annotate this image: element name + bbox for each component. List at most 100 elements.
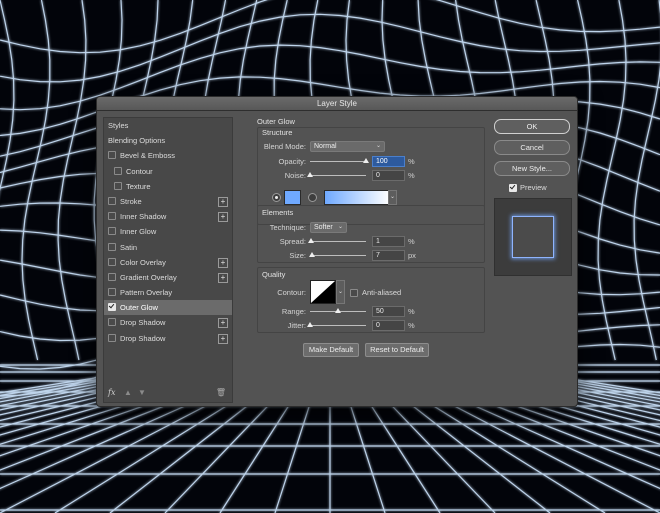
technique-label: Technique: [269, 223, 306, 232]
style-item-label: Blending Options [108, 136, 166, 146]
style-checkbox[interactable] [108, 272, 116, 281]
size-slider[interactable] [308, 252, 366, 257]
opacity-slider[interactable] [310, 158, 369, 163]
technique-select[interactable]: Softer ⌄ [310, 222, 347, 233]
trash-icon[interactable]: 🗑 [216, 388, 226, 397]
spread-unit: % [408, 237, 415, 246]
contour-preview[interactable] [310, 280, 336, 304]
style-item-label: Pattern Overlay [120, 288, 173, 298]
style-checkbox[interactable] [108, 303, 116, 312]
style-item-label: Outer Glow [120, 303, 158, 313]
noise-label: Noise: [284, 171, 306, 180]
style-checkbox[interactable] [108, 257, 116, 266]
style-item[interactable]: Bevel & Emboss [104, 148, 232, 163]
style-item[interactable]: Styles [104, 118, 232, 133]
jitter-input[interactable]: 0 [372, 320, 405, 331]
contour-label: Contour: [277, 288, 306, 297]
gradient-picker-chevron-icon[interactable]: ⌄ [388, 190, 397, 205]
style-checkbox[interactable] [114, 181, 122, 190]
quality-title: Quality [262, 270, 286, 279]
fx-icon[interactable]: fx [108, 388, 115, 397]
style-item[interactable]: Contour [104, 164, 232, 179]
move-up-icon[interactable]: ▲ [124, 388, 132, 397]
style-item-label: Texture [126, 181, 151, 191]
style-item[interactable]: Blending Options [104, 133, 232, 148]
size-label: Size: [289, 251, 306, 260]
add-style-plus-icon[interactable]: + [218, 257, 228, 268]
solid-color-radio[interactable] [272, 193, 281, 202]
size-input[interactable]: 7 [372, 250, 405, 261]
range-input[interactable]: 50 [372, 306, 405, 317]
style-item-label: Drop Shadow [120, 333, 166, 343]
add-style-plus-icon[interactable]: + [218, 333, 228, 344]
spread-input[interactable]: 1 [372, 236, 405, 247]
opacity-unit: % [408, 157, 415, 166]
styles-panel: Styles Blending Options Bevel & Emboss Cont… [103, 117, 233, 403]
range-slider[interactable] [310, 308, 366, 313]
style-item[interactable]: Gradient Overlay + [104, 270, 232, 285]
make-default-button[interactable]: Make Default [303, 343, 359, 357]
style-item[interactable]: Satin [104, 240, 232, 255]
style-item[interactable]: Pattern Overlay [104, 285, 232, 300]
style-item[interactable]: Drop Shadow + [104, 331, 232, 346]
styles-list: Styles Blending Options Bevel & Emboss Cont… [104, 118, 232, 346]
spread-slider-thumb[interactable] [307, 238, 314, 243]
style-item[interactable]: Texture [104, 179, 232, 194]
jitter-slider-thumb[interactable] [307, 322, 313, 327]
size-unit: px [408, 251, 416, 260]
style-item[interactable]: Inner Shadow + [104, 209, 232, 224]
spread-label: Spread: [279, 237, 306, 246]
preview-checkbox[interactable] [509, 184, 517, 192]
anti-aliased-label: Anti-aliased [362, 288, 402, 297]
opacity-slider-thumb[interactable] [363, 158, 369, 163]
opacity-input[interactable]: 100 [372, 156, 405, 167]
elements-title: Elements [262, 208, 294, 217]
anti-aliased-checkbox[interactable] [350, 289, 358, 297]
style-checkbox[interactable] [108, 318, 116, 327]
blend-mode-select[interactable]: Normal ⌄ [310, 141, 385, 152]
style-item-label: Satin [120, 242, 138, 252]
style-item-label: Inner Glow [120, 227, 157, 237]
noise-input[interactable]: 0 [372, 170, 405, 181]
new-style-button[interactable]: New Style... [494, 161, 570, 176]
add-style-plus-icon[interactable]: + [218, 212, 228, 223]
style-item-label: Contour [126, 166, 153, 176]
style-checkbox[interactable] [108, 196, 116, 205]
range-slider-thumb[interactable] [335, 308, 341, 313]
quality-group: Quality Contour: ⌄ Anti-aliased Range: 5… [257, 267, 485, 333]
style-item-label: Color Overlay [120, 257, 166, 267]
add-style-plus-icon[interactable]: + [218, 272, 228, 283]
style-preview [494, 198, 572, 276]
style-checkbox[interactable] [108, 242, 116, 251]
contour-picker-chevron-icon[interactable]: ⌄ [336, 280, 345, 304]
jitter-slider[interactable] [307, 322, 366, 327]
style-item[interactable]: Outer Glow [104, 300, 232, 316]
style-checkbox[interactable] [108, 151, 116, 160]
contour-curve-icon [311, 281, 335, 303]
cancel-button[interactable]: Cancel [494, 140, 570, 155]
noise-slider-thumb[interactable] [307, 172, 313, 177]
gradient-radio[interactable] [308, 193, 317, 202]
style-item[interactable]: Drop Shadow + [104, 315, 232, 330]
style-item[interactable]: Inner Glow [104, 224, 232, 239]
size-slider-thumb[interactable] [308, 252, 315, 257]
style-checkbox[interactable] [114, 166, 122, 175]
add-style-plus-icon[interactable]: + [218, 196, 228, 207]
style-checkbox[interactable] [108, 288, 116, 297]
style-item[interactable]: Color Overlay + [104, 255, 232, 270]
style-item[interactable]: Stroke + [104, 194, 232, 209]
style-item-label: Gradient Overlay [120, 272, 177, 282]
noise-slider[interactable] [307, 172, 366, 177]
style-item-label: Drop Shadow [120, 318, 166, 328]
glow-color-swatch[interactable] [284, 190, 301, 205]
style-item-label: Bevel & Emboss [120, 151, 176, 161]
add-style-plus-icon[interactable]: + [218, 318, 228, 329]
spread-slider[interactable] [307, 238, 366, 243]
style-checkbox[interactable] [108, 333, 116, 342]
glow-gradient-swatch[interactable] [324, 190, 390, 205]
move-down-icon[interactable]: ▼ [138, 388, 146, 397]
style-checkbox[interactable] [108, 212, 116, 221]
style-checkbox[interactable] [108, 227, 116, 236]
ok-button[interactable]: OK [494, 119, 570, 134]
reset-to-default-button[interactable]: Reset to Default [365, 343, 429, 357]
